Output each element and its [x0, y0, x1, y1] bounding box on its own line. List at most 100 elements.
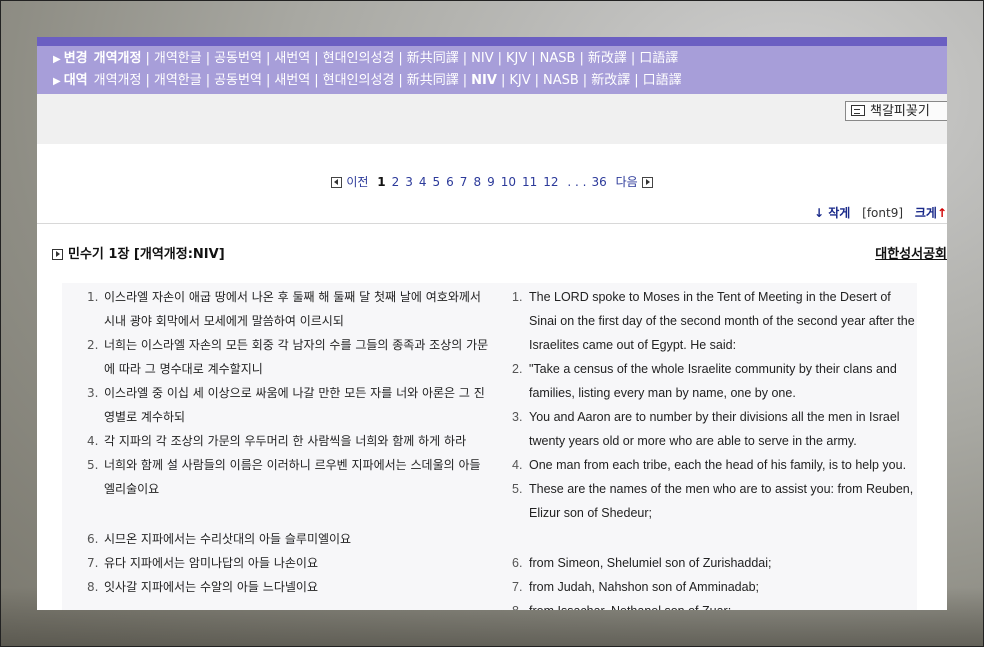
arrow-up-icon: ↑: [936, 206, 947, 220]
chapter-title: 민수기 1장 [개역개정:NIV]: [52, 243, 225, 262]
nav-separator: |: [205, 51, 211, 66]
page-numbers: 1 2 3 4 5 6 7 8 9 10 11 12: [374, 175, 561, 189]
nav-translation-link[interactable]: 개역한글: [154, 73, 202, 88]
nav-separator: |: [462, 51, 468, 66]
pagination: 이전 1 2 3 4 5 6 7 8 9 10 11 12 . . . 36 다음: [37, 173, 947, 190]
arrow-down-icon: ↓: [813, 206, 825, 220]
verse-number: 7.: [87, 556, 99, 570]
nav-separator: |: [145, 51, 150, 66]
page-number-link[interactable]: 11: [522, 175, 537, 189]
toolbar-band: [37, 94, 947, 144]
verse-item: 1. The LORD spoke to Moses in the Tent o…: [512, 285, 922, 357]
verse-text: These are the names of the men who are t…: [529, 482, 914, 520]
nav-translation-link[interactable]: 새번역: [274, 51, 310, 66]
verse-number: 6.: [512, 556, 523, 570]
page-number-link[interactable]: 7: [460, 175, 468, 189]
verse-item: 2. 너희는 이스라엘 자손의 모든 회중 각 남자의 수를 그들의 종족과 조…: [87, 333, 492, 381]
nav-translation-link[interactable]: KJV: [509, 73, 530, 88]
verse-number: 8.: [87, 580, 99, 594]
nav-row-parallel: ▶ 대역 개역개정 | 개역한글 | 공동번역 | 새번역 | 현대인의성경 | 新共同譯 | NIV | KJ…: [53, 70, 682, 92]
verse-text: from Simeon, Shelumiel son of Zurishadda…: [529, 556, 772, 570]
nav-translation-link[interactable]: 개역한글: [154, 51, 202, 66]
nav-translation-link[interactable]: 口語譯: [643, 73, 682, 88]
page-number-link[interactable]: 9: [487, 175, 495, 189]
nav-translation-link[interactable]: 공동번역: [214, 73, 262, 88]
top-accent-bar: [37, 37, 947, 46]
verse-text: 이스라엘 자손이 애굽 땅에서 나온 후 둘째 해 둘째 달 첫째 날에 여호와…: [104, 290, 481, 328]
next-page-icon[interactable]: [641, 177, 653, 188]
nav-translation-link[interactable]: 새번역: [274, 73, 310, 88]
page-number-link[interactable]: 3: [405, 175, 413, 189]
nav-translation-link[interactable]: NASB: [540, 51, 576, 66]
nav-translation-link[interactable]: KJV: [506, 51, 527, 66]
prev-page-link[interactable]: 이전: [346, 175, 368, 189]
nav-separator: |: [398, 73, 403, 88]
verse-text: You and Aaron are to number by their div…: [529, 410, 900, 448]
verse-number: 7.: [512, 580, 523, 594]
nav-separator: |: [462, 73, 468, 88]
nav-separator: |: [145, 73, 150, 88]
page-number-link[interactable]: 12: [543, 175, 558, 189]
ellipsis: . . .: [567, 175, 587, 189]
divider: [37, 223, 947, 224]
verse-item: 7. from Judah, Nahshon son of Amminadab;: [512, 575, 922, 599]
verse-number: 3.: [87, 386, 99, 400]
bookmark-button[interactable]: 책갈피꽂기: [845, 101, 947, 121]
nav-separator: |: [265, 51, 271, 66]
page-number-link[interactable]: 10: [501, 175, 516, 189]
nav-row-change: ▶ 변경 개역개정 | 개역한글 | 공동번역 | 새번역 | 현대인의성경 | 新共同譯 | NIV | KJ…: [53, 48, 678, 70]
nav-translation-link[interactable]: NIV: [471, 73, 497, 88]
nav-translation-link[interactable]: 新改譯: [588, 51, 627, 66]
nav-separator: |: [579, 51, 584, 66]
verse-text: 너희와 함께 설 사람들의 이름은 이러하니 르우벤 지파에서는 스데울의 아들…: [104, 458, 481, 496]
font-larger-button[interactable]: 크게↑: [915, 206, 947, 220]
font-smaller-button[interactable]: ↓ 작게: [814, 206, 850, 220]
verse-item: 6. 시므온 지파에서는 수리삿대의 아들 슬루미엘이요: [87, 527, 492, 551]
triangle-right-icon: [52, 249, 63, 260]
nav-translation-link[interactable]: NASB: [543, 73, 579, 88]
triangle-right-icon: ▶: [53, 54, 61, 65]
page-number-link[interactable]: 1: [377, 175, 385, 189]
verse-item: 3. You and Aaron are to number by their …: [512, 405, 922, 453]
next-page-link[interactable]: 다음: [616, 175, 638, 189]
verse-item: 1. 이스라엘 자손이 애굽 땅에서 나온 후 둘째 해 둘째 달 첫째 날에 …: [87, 285, 492, 333]
triangle-right-icon: ▶: [53, 76, 61, 87]
page-number-link[interactable]: 2: [392, 175, 400, 189]
verse-text: The LORD spoke to Moses in the Tent of M…: [529, 290, 915, 352]
verse-number: 1.: [87, 290, 99, 304]
nav-translation-link[interactable]: NIV: [471, 51, 493, 66]
verse-item: 8. 잇사갈 지파에서는 수알의 아들 느다넬이요: [87, 575, 492, 599]
nav-translation-link[interactable]: 口語譯: [639, 51, 678, 66]
verse-text: 시므온 지파에서는 수리삿대의 아들 슬루미엘이요: [104, 532, 352, 546]
prev-page-icon[interactable]: [331, 177, 343, 188]
nav-translation-link[interactable]: 현대인의성경: [323, 51, 395, 66]
publisher-link[interactable]: 대한성서공회: [875, 243, 947, 262]
nav-separator: |: [398, 51, 403, 66]
verse-text: One man from each tribe, each the head o…: [529, 458, 907, 472]
nav-translation-link[interactable]: 新改譯: [591, 73, 630, 88]
page-number-link[interactable]: 8: [473, 175, 481, 189]
page-number-link[interactable]: 6: [446, 175, 454, 189]
nav-separator: |: [314, 73, 319, 88]
verse-text: 잇사갈 지파에서는 수알의 아들 느다넬이요: [104, 580, 318, 594]
nav-translation-link[interactable]: 新共同譯: [407, 51, 459, 66]
page-number-link[interactable]: 5: [433, 175, 441, 189]
nav-translation-link[interactable]: 新共同譯: [407, 73, 459, 88]
verse-text: 너희는 이스라엘 자손의 모든 회중 각 남자의 수를 그들의 종족과 조상의 …: [104, 338, 489, 376]
verse-item: 6. from Simeon, Shelumiel son of Zurisha…: [512, 551, 922, 575]
font-larger-label: 크게: [914, 206, 937, 220]
nav-translation-link[interactable]: 개역개정: [94, 51, 142, 66]
nav-translation-link[interactable]: 개역개정: [94, 73, 142, 88]
page-number-link[interactable]: 4: [419, 175, 427, 189]
page-last[interactable]: 36: [591, 175, 606, 189]
verse-item: 8. from Issachar, Nethanel son of Zuar;: [512, 599, 922, 610]
nav-translation-link[interactable]: 현대인의성경: [323, 73, 395, 88]
nav-separator: |: [534, 73, 539, 88]
verse-gap: [512, 525, 922, 551]
verse-number: 1.: [512, 290, 523, 304]
nav-separator: |: [497, 51, 503, 66]
nav-translation-link[interactable]: 공동번역: [214, 51, 262, 66]
translation-nav: ▶ 변경 개역개정 | 개역한글 | 공동번역 | 새번역 | 현대인의성경 | 新共同譯 | NIV | KJ…: [37, 46, 947, 94]
verse-item: 5. 너희와 함께 설 사람들의 이름은 이러하니 르우벤 지파에서는 스데울의…: [87, 453, 492, 501]
nav-row-label: 변경: [63, 51, 88, 66]
